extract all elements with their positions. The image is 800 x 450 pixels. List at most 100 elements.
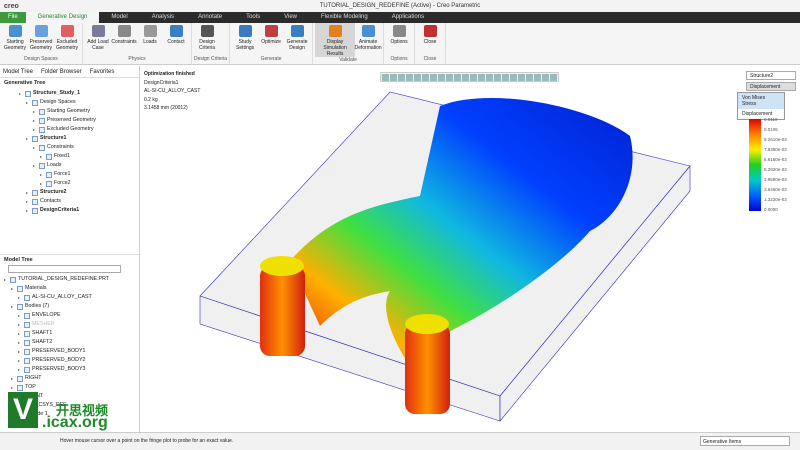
- view-tool-icon[interactable]: [446, 74, 453, 81]
- view-tool-icon[interactable]: [526, 74, 533, 81]
- tree-item[interactable]: ▸ AL-SI-CU_ALLOY_CAST: [0, 293, 139, 302]
- tree-item[interactable]: ▸ TUTORIAL_DESIGN_REDEFINE.PRT: [0, 275, 139, 284]
- color-scale: [749, 119, 761, 211]
- boss-right: [405, 314, 450, 414]
- menu-item-von-mises[interactable]: Von Mises Stress: [738, 93, 784, 109]
- view-tool-icon[interactable]: [438, 74, 445, 81]
- tree-item[interactable]: ▸ Loads: [0, 161, 139, 170]
- tree-item[interactable]: ▸ Design Spaces: [0, 98, 139, 107]
- tree-item[interactable]: ▸ Structure1: [0, 134, 139, 143]
- results-panel: Structure2 Displacement Von Mises Stress…: [737, 66, 800, 432]
- view-tool-icon[interactable]: [550, 74, 557, 81]
- ribbon-group-physics: Add Load Case Constraints Loads Contact Phys…: [83, 23, 192, 64]
- design-criteria-button[interactable]: Design Criteria: [194, 23, 220, 56]
- tree-item[interactable]: ▸ MESHER: [0, 320, 139, 329]
- tree-item-label: Preserved Geometry: [47, 117, 96, 123]
- study-dropdown[interactable]: Structure2: [746, 71, 796, 80]
- view-tool-icon[interactable]: [406, 74, 413, 81]
- tree-item[interactable]: ▸ PRESERVED_BODY3: [0, 365, 139, 374]
- generate-design-icon: [290, 25, 304, 37]
- panel-tab-model-tree[interactable]: Model Tree: [3, 69, 33, 75]
- tree-item[interactable]: ▸ Starting Geometry: [0, 107, 139, 116]
- view-tool-icon[interactable]: [502, 74, 509, 81]
- tree-item[interactable]: ▸ Fixed1: [0, 152, 139, 161]
- excluded-geometry-button[interactable]: Excluded Geometry: [54, 23, 80, 56]
- view-tool-icon[interactable]: [390, 74, 397, 81]
- view-tool-icon[interactable]: [454, 74, 461, 81]
- tree-item[interactable]: ▸ PRESERVED_BODY1: [0, 347, 139, 356]
- tree-item[interactable]: ▸ Constraints: [0, 143, 139, 152]
- tree-node-icon: [24, 312, 30, 319]
- tree-item[interactable]: ▸ ENVELOPE: [0, 311, 139, 320]
- view-tool-icon[interactable]: [510, 74, 517, 81]
- selection-filter[interactable]: Generative Items: [700, 436, 790, 446]
- tab-generative-design[interactable]: Generative Design: [25, 12, 100, 23]
- close-icon: [423, 25, 437, 37]
- view-tool-icon[interactable]: [422, 74, 429, 81]
- contact-button[interactable]: Contact: [163, 23, 189, 56]
- panel-tab-folder-browser[interactable]: Folder Browser: [41, 69, 82, 75]
- tree-item[interactable]: ▸ PRESERVED_BODY2: [0, 356, 139, 365]
- view-tool-icon[interactable]: [486, 74, 493, 81]
- view-tool-icon[interactable]: [382, 74, 389, 81]
- tree-item[interactable]: ▸ RIGHT: [0, 374, 139, 383]
- tree-item[interactable]: ▸ SHAFT2: [0, 338, 139, 347]
- tree-item[interactable]: ▸ Structure_Study_1: [0, 89, 139, 98]
- ribbon-group-options: Options Options: [384, 23, 416, 64]
- tab-applications[interactable]: Applications: [380, 12, 436, 23]
- tree-item[interactable]: ▸ DesignCriteria1: [0, 206, 139, 215]
- optimize-button[interactable]: Optimize: [258, 23, 284, 56]
- tree-search-input[interactable]: [8, 265, 121, 273]
- tree-node-icon: [32, 198, 38, 205]
- tree-item-label: SHAFT1: [32, 330, 53, 336]
- tab-tools[interactable]: Tools: [234, 12, 272, 23]
- view-tool-icon[interactable]: [478, 74, 485, 81]
- view-tool-icon[interactable]: [430, 74, 437, 81]
- tree-node-icon: [39, 117, 45, 124]
- tree-item[interactable]: ▸ Force1: [0, 170, 139, 179]
- tree-item[interactable]: ▸ Contacts: [0, 197, 139, 206]
- preserved-geometry-button[interactable]: Preserved Geometry: [28, 23, 54, 56]
- watermark-url: .icax.org: [42, 414, 108, 431]
- generate-design-button[interactable]: Generate Design: [284, 23, 310, 56]
- tree-item[interactable]: ▸ Force2: [0, 179, 139, 188]
- graphics-viewport[interactable]: Optimization finished DesignCriteria1 AL-S…: [140, 66, 793, 432]
- tree-item[interactable]: ▸ SHAFT1: [0, 329, 139, 338]
- view-tool-icon[interactable]: [494, 74, 501, 81]
- tree-item[interactable]: ▸ TOP: [0, 383, 139, 392]
- view-tool-icon[interactable]: [414, 74, 421, 81]
- tree-item[interactable]: ▸ Materials: [0, 284, 139, 293]
- view-tool-icon[interactable]: [518, 74, 525, 81]
- tree-item[interactable]: ▸ Bodies (7): [0, 302, 139, 311]
- view-tool-icon[interactable]: [470, 74, 477, 81]
- add-load-case-button[interactable]: Add Load Case: [85, 23, 111, 56]
- boss-left: [260, 256, 305, 356]
- starting-geometry-button[interactable]: Starting Geometry: [2, 23, 28, 56]
- animate-deformation-button[interactable]: Animate Deformation: [354, 23, 382, 57]
- tree-node-icon: [10, 276, 16, 283]
- tree-item[interactable]: ▸ Excluded Geometry: [0, 125, 139, 134]
- view-tool-icon[interactable]: [534, 74, 541, 81]
- tab-file[interactable]: File: [0, 12, 26, 23]
- view-tool-icon[interactable]: [462, 74, 469, 81]
- tab-annotate[interactable]: Annotate: [186, 12, 234, 23]
- constraints-button[interactable]: Constraints: [111, 23, 137, 56]
- quantity-dropdown[interactable]: Displacement: [746, 82, 796, 91]
- tree-item[interactable]: ▸ Preserved Geometry: [0, 116, 139, 125]
- view-tool-icon[interactable]: [542, 74, 549, 81]
- tree-node-icon: [17, 384, 23, 391]
- options-button[interactable]: Options: [386, 23, 412, 56]
- tab-flexible-modeling[interactable]: Flexible Modeling: [309, 12, 380, 23]
- loads-button[interactable]: Loads: [137, 23, 163, 56]
- close-button[interactable]: Close: [417, 23, 443, 56]
- tab-analysis[interactable]: Analysis: [140, 12, 186, 23]
- button-label: Add Load Case: [87, 39, 109, 51]
- panel-tab-favorites[interactable]: Favorites: [90, 69, 115, 75]
- tab-view[interactable]: View: [272, 12, 309, 23]
- study-settings-button[interactable]: Study Settings: [232, 23, 258, 56]
- view-tool-icon[interactable]: [398, 74, 405, 81]
- tree-node-icon: [24, 339, 30, 346]
- tree-item[interactable]: ▸ Structure2: [0, 188, 139, 197]
- display-simulation-results-button[interactable]: Display Simulation Results: [315, 23, 356, 57]
- tab-model[interactable]: Model: [99, 12, 139, 23]
